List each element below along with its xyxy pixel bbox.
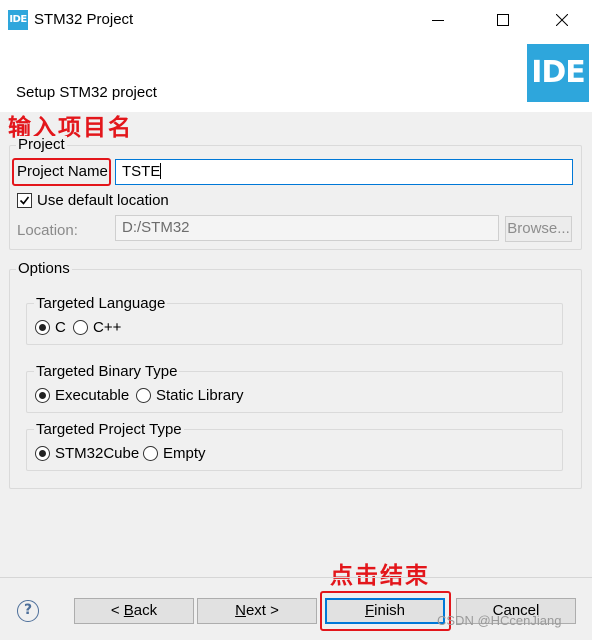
next-mnemonic: N — [235, 602, 246, 619]
project-empty-radio[interactable] — [143, 446, 158, 461]
project-empty-label[interactable]: Empty — [163, 445, 206, 463]
minimize-icon — [432, 20, 444, 21]
use-default-location-label[interactable]: Use default location — [37, 192, 169, 210]
location-label: Location: — [17, 222, 78, 239]
app-icon: IDE — [8, 10, 28, 30]
maximize-button[interactable] — [481, 0, 525, 40]
annotation-click-finish: 点击结束 — [330, 563, 430, 589]
language-c-radio[interactable] — [35, 320, 50, 335]
ide-logo: IDE — [527, 44, 589, 102]
binary-executable-radio[interactable] — [35, 388, 50, 403]
help-icon[interactable]: ? — [17, 600, 39, 622]
binary-static-library-label[interactable]: Static Library — [156, 387, 244, 405]
minimize-button[interactable] — [416, 0, 460, 40]
location-input[interactable]: D:/STM32 — [115, 215, 499, 241]
checkmark-icon — [19, 196, 30, 205]
finish-rest: inish — [374, 602, 406, 619]
maximize-icon — [497, 14, 509, 26]
back-mnemonic: B — [123, 602, 134, 619]
project-group-title: Project — [16, 136, 67, 154]
targeted-project-type-title: Targeted Project Type — [34, 421, 184, 439]
watermark: CSDN @HCcenJiang — [437, 613, 562, 628]
targeted-language-title: Targeted Language — [34, 295, 168, 313]
language-cpp-label[interactable]: C++ — [93, 319, 121, 337]
project-name-value: TSTE — [122, 163, 161, 180]
finish-mnemonic: F — [364, 602, 375, 619]
browse-button[interactable]: Browse... — [505, 216, 572, 242]
language-c-label[interactable]: C — [55, 319, 66, 337]
close-icon — [556, 14, 568, 26]
back-prefix: < — [110, 602, 124, 619]
options-group-title: Options — [16, 260, 72, 278]
next-rest: ext > — [245, 602, 279, 619]
finish-button[interactable]: Finish — [325, 598, 445, 624]
targeted-binary-type-title: Targeted Binary Type — [34, 363, 180, 381]
project-name-input[interactable]: TSTE — [115, 159, 573, 185]
use-default-location-checkbox[interactable] — [17, 193, 32, 208]
back-button[interactable]: < Back — [74, 598, 194, 624]
language-cpp-radio[interactable] — [73, 320, 88, 335]
project-stm32cube-label[interactable]: STM32Cube — [55, 445, 139, 463]
binary-static-library-radio[interactable] — [136, 388, 151, 403]
footer-separator — [0, 577, 592, 578]
project-stm32cube-radio[interactable] — [35, 446, 50, 461]
project-name-label: Project Name — [17, 163, 108, 180]
wizard-title: Setup STM32 project — [16, 84, 157, 101]
window-title: STM32 Project — [34, 11, 134, 28]
binary-executable-label[interactable]: Executable — [55, 387, 129, 405]
close-button[interactable] — [540, 0, 584, 40]
next-button[interactable]: Next > — [197, 598, 317, 624]
back-rest: ack — [133, 602, 158, 619]
